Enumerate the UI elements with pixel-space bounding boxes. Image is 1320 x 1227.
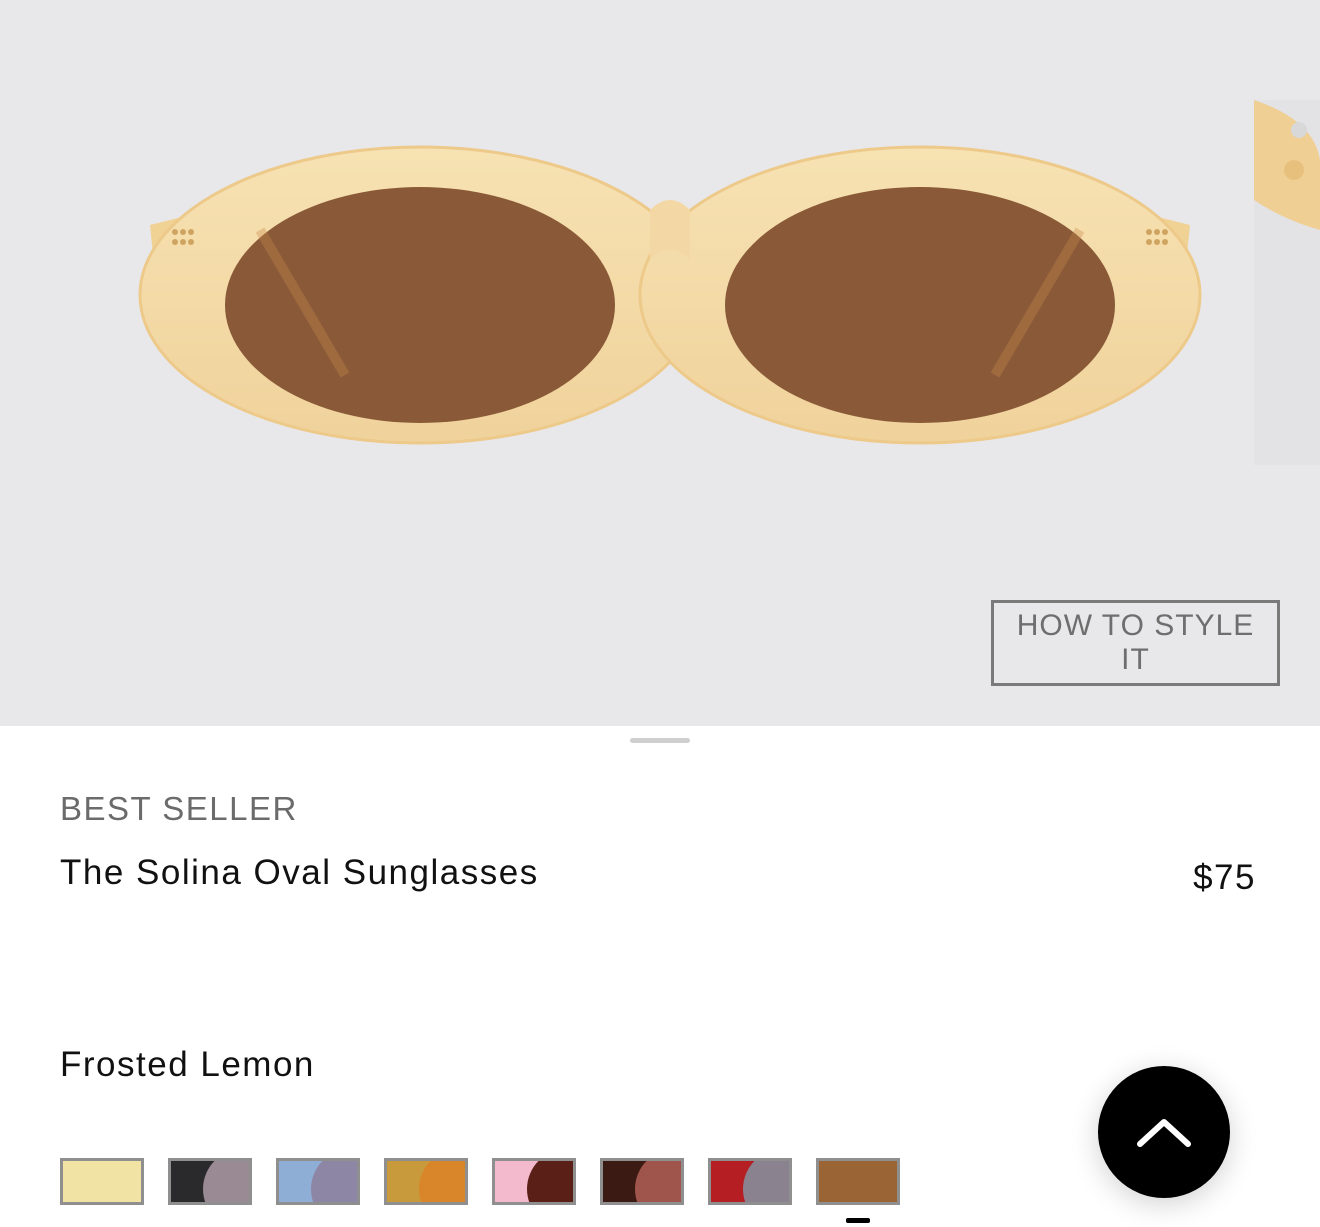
swatch-blue-grey[interactable] xyxy=(276,1158,360,1205)
swatch-black-grey[interactable] xyxy=(168,1158,252,1205)
swatch-red-grey[interactable] xyxy=(708,1158,792,1205)
swatch-tortoise-rose[interactable] xyxy=(600,1158,684,1205)
product-gallery[interactable]: HOW TO STYLE IT xyxy=(0,0,1320,726)
swatch-frosted-lemon[interactable] xyxy=(60,1158,144,1205)
sunglasses-image xyxy=(138,145,1202,445)
chevron-up-icon xyxy=(1137,1119,1191,1147)
product-title: The Solina Oval Sunglasses xyxy=(60,853,539,892)
swatch-pink-tortoise[interactable] xyxy=(492,1158,576,1205)
swatch-amber[interactable] xyxy=(384,1158,468,1205)
scroll-to-top-button[interactable] xyxy=(1098,1066,1230,1198)
selected-color-name: Frosted Lemon xyxy=(60,1045,315,1084)
best-seller-badge: BEST SELLER xyxy=(60,790,298,827)
selected-swatch-indicator xyxy=(846,1218,870,1223)
sheet-handle[interactable] xyxy=(630,738,690,743)
how-to-style-it-button[interactable]: HOW TO STYLE IT xyxy=(991,600,1280,686)
swatch-caramel[interactable] xyxy=(816,1158,900,1205)
next-image-preview[interactable] xyxy=(1254,100,1320,465)
product-price: $75 xyxy=(1193,858,1256,897)
